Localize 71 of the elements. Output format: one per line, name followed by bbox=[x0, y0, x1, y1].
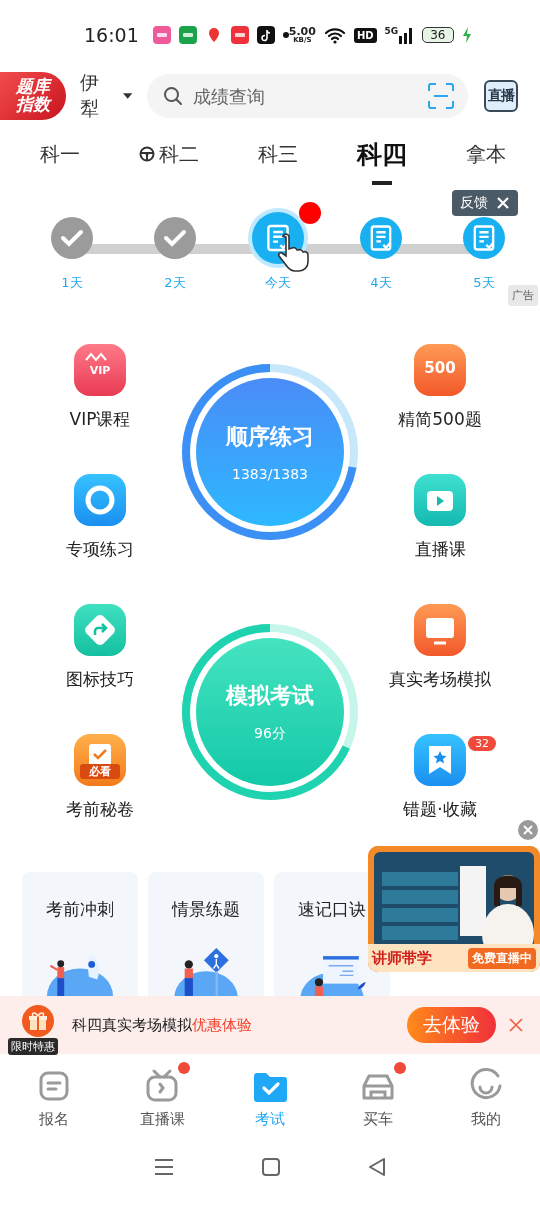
live-tag: 免费直播中 bbox=[468, 947, 536, 969]
signal-icon bbox=[398, 26, 415, 44]
steering-wheel-icon bbox=[138, 146, 155, 162]
subject-tab[interactable]: 科一 bbox=[35, 134, 84, 182]
gift-icon bbox=[22, 1005, 54, 1037]
day-label: 2天 bbox=[164, 274, 186, 292]
app-icon bbox=[256, 26, 275, 44]
battery-level: 36 bbox=[422, 27, 454, 43]
search-icon bbox=[162, 86, 183, 106]
feature-item[interactable]: 直播课 bbox=[360, 452, 520, 582]
count-badge: 32 bbox=[468, 735, 496, 751]
feature-item[interactable]: 专项练习 bbox=[20, 452, 180, 582]
day-label: 今天 bbox=[265, 274, 291, 292]
app-icon bbox=[178, 26, 197, 44]
day-label: 1天 bbox=[61, 274, 83, 292]
hd-badge: HD bbox=[353, 27, 377, 43]
back-icon[interactable] bbox=[368, 1158, 386, 1176]
icon-text: 500 bbox=[423, 358, 457, 377]
nav-tab[interactable]: 报名 bbox=[14, 1058, 94, 1138]
video-icon bbox=[414, 473, 466, 526]
search-input[interactable]: 成绩查询 bbox=[190, 84, 420, 108]
search-field[interactable]: 成绩查询 bbox=[146, 74, 468, 118]
feedback-button[interactable]: 反馈 bbox=[452, 190, 518, 216]
close-icon bbox=[523, 825, 533, 835]
practice-card[interactable]: 情景练题 bbox=[148, 872, 264, 996]
icon-text: VIP bbox=[88, 363, 112, 377]
video-ad-dialog[interactable]: 讲师带学 免费直播中 bbox=[368, 846, 540, 972]
vip-icon bbox=[74, 343, 126, 396]
pointer-hand-icon bbox=[277, 232, 311, 272]
feature-item[interactable]: 32 错题·收藏 bbox=[360, 712, 520, 842]
app-icon bbox=[152, 26, 171, 44]
nav-tab[interactable]: 我的 bbox=[446, 1058, 526, 1138]
charging-icon bbox=[461, 26, 472, 44]
feature-item[interactable]: 真实考场模拟 bbox=[360, 582, 520, 712]
network-type: 5G bbox=[384, 26, 399, 36]
network-speed: 5.00 bbox=[288, 26, 316, 37]
monitor-icon bbox=[414, 603, 466, 656]
logo-badge[interactable]: 题库 指数 bbox=[0, 72, 66, 120]
caret-icon bbox=[123, 93, 133, 99]
close-button[interactable] bbox=[518, 820, 538, 840]
promo-text: 科四真实考场模拟优惠体验 bbox=[72, 1015, 253, 1035]
nav-tab[interactable]: 直播课 bbox=[122, 1058, 202, 1138]
ad-label: 广告 bbox=[508, 285, 538, 306]
subject-tab[interactable]: 科四 bbox=[353, 131, 412, 185]
close-icon[interactable] bbox=[508, 1017, 524, 1033]
feature-item[interactable]: 500 精简500题 bbox=[360, 322, 520, 452]
menu-icon[interactable] bbox=[154, 1158, 174, 1176]
promo-tag: 限时特惠 bbox=[8, 1038, 58, 1055]
app-icon bbox=[230, 26, 249, 44]
wifi-icon bbox=[323, 26, 346, 44]
ring-title: 模拟考试 bbox=[226, 682, 314, 710]
practice-card[interactable]: 考前冲刺 bbox=[22, 872, 138, 996]
day-label: 5天 bbox=[473, 274, 495, 292]
live-button[interactable]: 直播 bbox=[483, 80, 518, 112]
ring-subtitle: 96分 bbox=[254, 725, 286, 743]
city-selector[interactable]: 伊犁 bbox=[76, 70, 137, 122]
feature-item[interactable]: 必看 考前秘卷 bbox=[20, 712, 180, 842]
tv-icon bbox=[144, 1068, 180, 1104]
feature-item[interactable]: 图标技巧 bbox=[20, 582, 180, 712]
home-icon[interactable] bbox=[262, 1158, 280, 1176]
ring-subtitle: 1383/1383 bbox=[232, 466, 308, 482]
nav-tab[interactable]: 买车 bbox=[338, 1058, 418, 1138]
subject-tab[interactable]: 拿本 bbox=[462, 134, 511, 182]
subject-tab[interactable]: 科三 bbox=[253, 134, 302, 182]
feature-item[interactable]: VIP VIP课程 bbox=[20, 322, 180, 452]
notification-dot-icon bbox=[282, 32, 289, 38]
ring-title: 顺序练习 bbox=[226, 423, 314, 451]
day-label: 4天 bbox=[370, 274, 392, 292]
clock-time: 16:01 bbox=[84, 24, 139, 46]
target-icon bbox=[74, 473, 126, 526]
subject-tab[interactable]: 科二 bbox=[134, 134, 203, 182]
